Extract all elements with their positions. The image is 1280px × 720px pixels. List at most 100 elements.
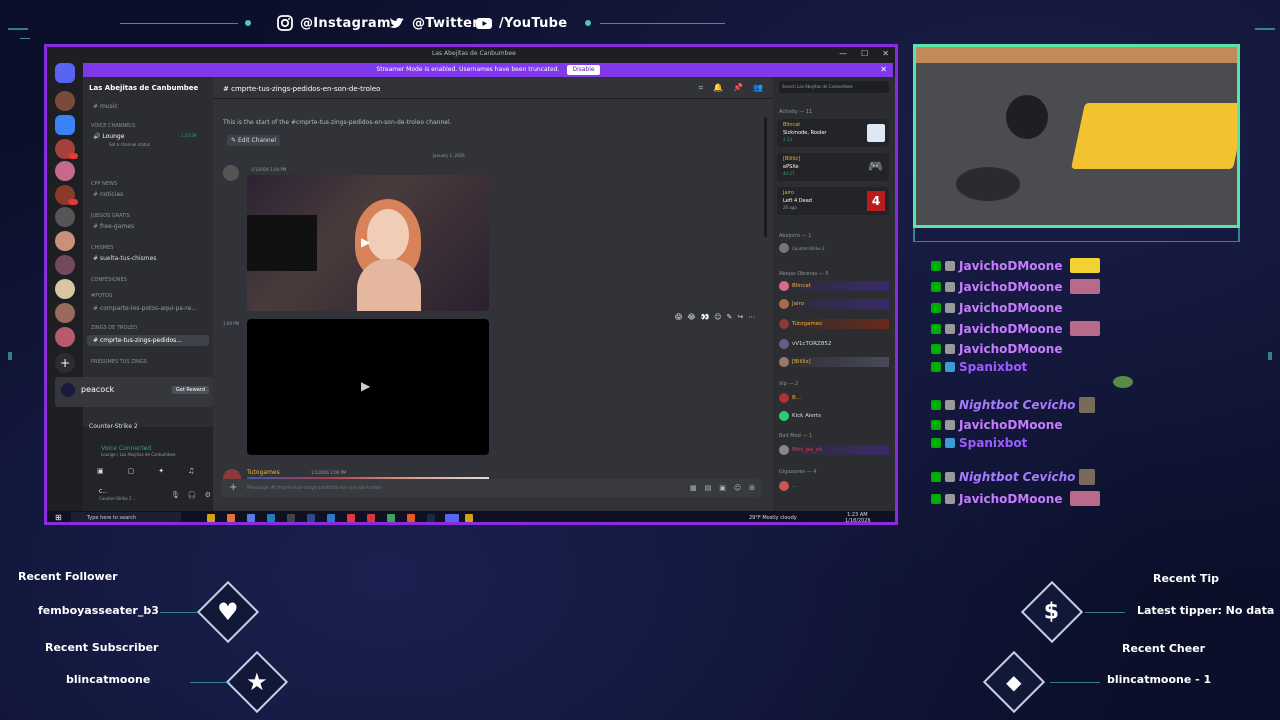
emoji-icon[interactable]: ☺ — [734, 479, 741, 497]
message-author[interactable]: Tutogames — [247, 469, 280, 476]
member-item[interactable]: Mini_pa_ch — [779, 445, 889, 455]
category-news[interactable]: CPP NEWS — [91, 181, 117, 187]
taskbar-app-icon[interactable] — [227, 514, 235, 522]
category-juegos[interactable]: Juegos Gratis — [91, 213, 130, 219]
banner-close-icon[interactable]: ✕ — [880, 63, 887, 77]
activity-card[interactable]: [Blililz] ePSXe 44:27 🎮 — [777, 153, 889, 181]
activities-icon[interactable]: ✦ — [158, 467, 164, 475]
more-icon[interactable]: ⋯ — [748, 313, 755, 321]
user-name[interactable]: C... — [99, 489, 107, 495]
pin-icon[interactable]: 📌 — [733, 83, 743, 93]
member-item[interactable]: B... — [779, 393, 801, 403]
member-item[interactable]: vV1cTORZ852 — [779, 339, 831, 349]
taskbar-app-icon[interactable] — [267, 514, 275, 522]
windows-start-icon[interactable]: ⊞ — [55, 513, 62, 522]
reply-icon[interactable]: ↪ — [737, 313, 743, 321]
taskbar-app-icon[interactable] — [465, 514, 473, 522]
sticker-icon[interactable]: ▣ — [719, 479, 726, 497]
taskbar-app-icon[interactable] — [307, 514, 315, 522]
reaction-icon[interactable]: 👀 — [701, 313, 710, 321]
reaction-icon[interactable]: 😂 — [687, 313, 695, 321]
server-icon[interactable] — [55, 303, 75, 323]
server-icon[interactable] — [55, 161, 75, 181]
video-attachment[interactable]: ▶ — [247, 175, 489, 311]
member-item[interactable]: Jairo — [779, 299, 889, 309]
category-voice[interactable]: Voice Channels — [91, 123, 135, 129]
notification-bell-icon[interactable]: 🔔 — [713, 83, 723, 93]
headphones-icon[interactable]: 🎧 — [188, 491, 197, 499]
soundboard-icon[interactable]: ♫ — [188, 467, 194, 475]
play-icon[interactable]: ▶ — [361, 235, 370, 249]
camera-icon[interactable]: ▣ — [97, 467, 104, 475]
threads-icon[interactable]: ⌗ — [699, 83, 704, 93]
game-activity[interactable]: Counter-Strike 2 — [89, 423, 138, 430]
social-twitter[interactable]: @Twitter — [388, 14, 479, 32]
category-fotos[interactable]: #Fotos — [91, 293, 112, 299]
discord-home-icon[interactable] — [55, 63, 75, 83]
taskbar-app-icon[interactable] — [247, 514, 255, 522]
close-icon[interactable]: ✕ — [882, 49, 889, 58]
discord-taskbar-icon[interactable] — [445, 514, 459, 522]
social-instagram[interactable]: @Instagram — [276, 14, 391, 32]
voice-location[interactable]: Lounge / Las Abejitas de Canbumbee — [101, 452, 175, 457]
member-item[interactable]: Tutogames — [779, 319, 889, 329]
get-reward-button[interactable]: Get Reward — [171, 386, 209, 394]
avatar[interactable] — [223, 165, 239, 181]
activity-card[interactable]: Jairo Left 4 Dead 26 ago 4 — [777, 187, 889, 215]
channel-chismes[interactable]: # suelta-tus-chismes — [93, 255, 156, 262]
weather-widget[interactable]: 29°F Mostly cloudy — [749, 515, 797, 521]
guild-name[interactable]: Las Abejitas de Canbumbee — [89, 84, 198, 92]
clock-date[interactable]: 1/18/2026 — [845, 518, 871, 522]
add-reaction-icon[interactable]: ☺ — [714, 313, 721, 321]
microphone-icon[interactable]: 🎙 — [171, 491, 180, 499]
server-icon[interactable] — [55, 255, 75, 275]
server-icon[interactable] — [55, 207, 75, 227]
disable-streamer-button[interactable]: Disable — [567, 65, 600, 75]
taskbar-app-icon[interactable] — [287, 514, 295, 522]
file-explorer-icon[interactable] — [207, 514, 215, 522]
add-server-icon[interactable]: + — [55, 353, 75, 373]
channel-free-games[interactable]: # free-games — [93, 223, 134, 230]
add-attachment-icon[interactable]: + — [229, 479, 237, 497]
settings-gear-icon[interactable]: ⚙ — [205, 491, 211, 499]
scrollbar[interactable] — [764, 117, 767, 237]
taskbar-app-icon[interactable] — [327, 514, 335, 522]
reaction-icon[interactable]: 😱 — [675, 313, 682, 321]
member-item[interactable]: [Blililz] — [779, 357, 889, 367]
server-icon[interactable] — [55, 115, 75, 135]
channel-zings-selected[interactable]: # cmprte-tus-zings-pedidos... — [87, 335, 209, 346]
server-icon[interactable] — [55, 231, 75, 251]
taskbar-app-icon[interactable] — [407, 514, 415, 522]
activity-card[interactable]: Blincat Sickmode, Rooler 2:13 — [777, 119, 889, 147]
category-presumes[interactable]: Presumes Tus Zings — [91, 359, 147, 365]
search-input[interactable]: Search Las Abejitas de Canbumbee — [779, 81, 889, 93]
gif-icon[interactable]: ▤ — [705, 479, 712, 497]
social-youtube[interactable]: /YouTube — [475, 14, 567, 32]
server-icon[interactable] — [55, 91, 75, 111]
category-chismes[interactable]: CHISMES — [91, 245, 114, 251]
minimize-icon[interactable]: — — [839, 49, 847, 58]
category-confesiones[interactable]: CONFESIONES — [91, 277, 127, 283]
taskbar-app-icon[interactable] — [347, 514, 355, 522]
server-icon[interactable] — [55, 327, 75, 347]
channel-noticias[interactable]: # noticias — [93, 191, 123, 198]
server-icon[interactable] — [55, 279, 75, 299]
channel-fotos[interactable]: # comparte-los-potos-aqui-pa-re... — [93, 305, 197, 312]
member-item[interactable]: Counter-Strike 2 — [779, 243, 825, 253]
maximize-icon[interactable]: ☐ — [861, 49, 868, 58]
category-zings[interactable]: Zings De Troleo — [91, 325, 137, 331]
member-item[interactable]: Kick Alerts — [779, 411, 821, 421]
voice-status[interactable]: Set a channel status — [109, 142, 150, 147]
members-icon[interactable]: 👥 — [753, 83, 763, 93]
gift-icon[interactable]: ▦ — [690, 479, 697, 497]
member-item[interactable]: ... — [779, 481, 797, 491]
steam-icon[interactable] — [427, 514, 435, 522]
taskbar-app-icon[interactable] — [367, 514, 375, 522]
message-input[interactable]: + Message #cmprte-tus-zings-pedidos-en-s… — [221, 479, 761, 497]
edit-icon[interactable]: ✎ — [727, 313, 733, 321]
chrome-icon[interactable] — [387, 514, 395, 522]
peacock-promo[interactable]: peacock Get Reward — [55, 377, 213, 407]
voice-channel-lounge[interactable]: 🔊 Lounge 1:23:59 — [93, 133, 196, 140]
channel-music[interactable]: # music — [93, 103, 118, 110]
edit-channel-button[interactable]: ✎ Edit Channel — [227, 135, 281, 146]
